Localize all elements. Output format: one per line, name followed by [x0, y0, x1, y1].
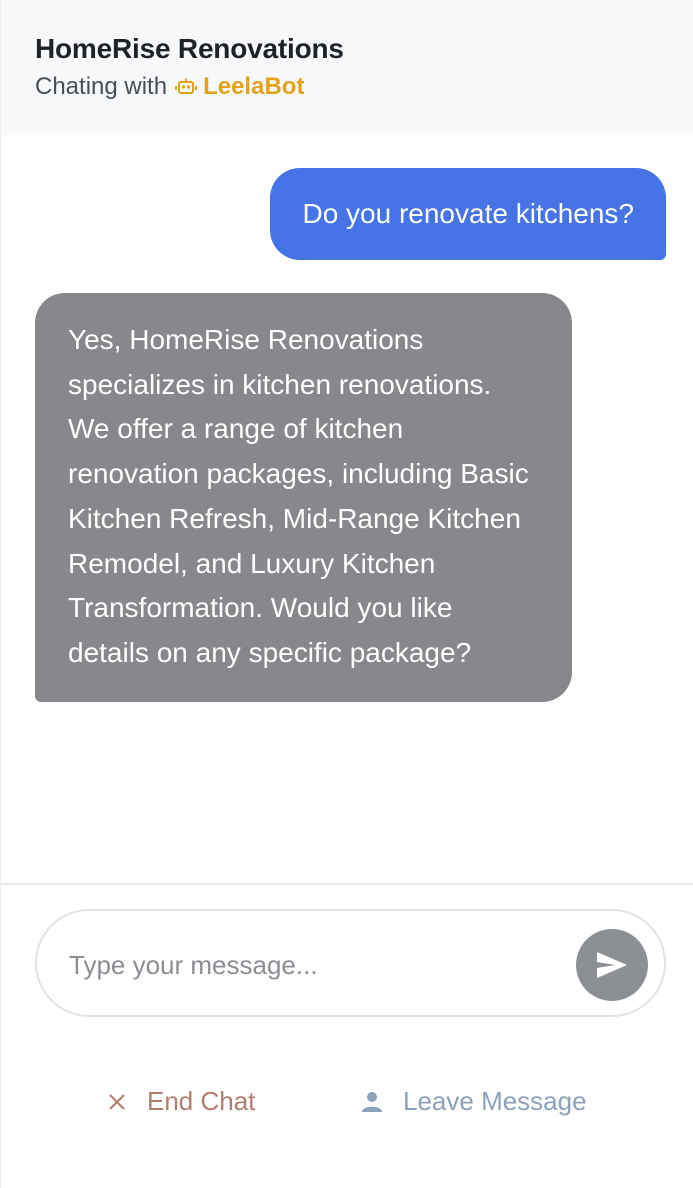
bot-message: Yes, HomeRise Renovations specializes in…: [35, 293, 572, 702]
page-title: HomeRise Renovations: [35, 33, 344, 64]
user-message: Do you renovate kitchens?: [270, 168, 666, 260]
end-chat-label: End Chat: [147, 1086, 256, 1116]
send-icon: [595, 950, 629, 980]
end-chat-button[interactable]: End Chat: [107, 1086, 255, 1117]
person-icon: [361, 1091, 383, 1113]
send-button[interactable]: [576, 929, 648, 1001]
bot-name: LeelaBot: [203, 73, 305, 100]
message-list: Do you renovate kitchens? Yes, HomeRise …: [1, 135, 693, 883]
chat-window: HomeRise Renovations Chating with LeelaB…: [0, 0, 693, 1188]
chat-subtitle: Chating with LeelaBot: [35, 71, 693, 103]
leave-message-label: Leave Message: [403, 1086, 587, 1116]
chat-actions: End Chat Leave Message: [1, 1086, 693, 1126]
message-composer: [35, 909, 666, 1017]
chat-header: HomeRise Renovations Chating with LeelaB…: [1, 0, 693, 135]
leave-message-button[interactable]: Leave Message: [361, 1086, 587, 1117]
message-input[interactable]: [69, 945, 549, 985]
robot-icon: [175, 78, 198, 96]
subtitle-prefix: Chating with: [35, 73, 168, 100]
close-icon: [107, 1092, 127, 1112]
divider: [1, 883, 693, 885]
